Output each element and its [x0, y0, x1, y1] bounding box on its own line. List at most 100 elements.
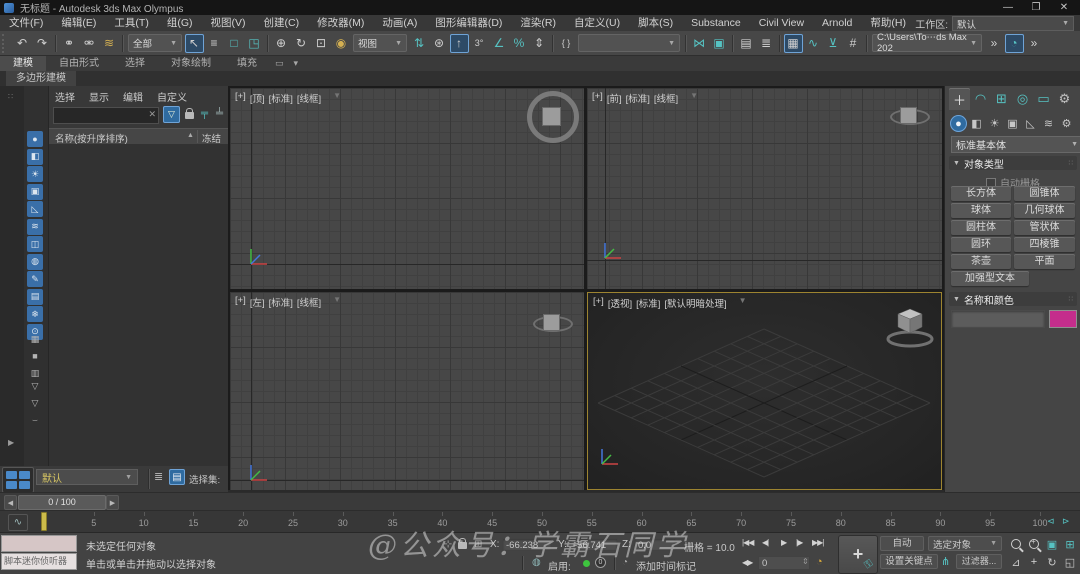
select-and-scale-icon[interactable]: ⊡ [312, 34, 331, 53]
viewcube[interactable] [878, 301, 942, 353]
viewport-top[interactable]: [+] [顶] [标准] [线框] ▼ [230, 88, 584, 289]
schematic-view-icon[interactable]: # [844, 34, 863, 53]
zoom-extents-all-icon[interactable]: ⊞ [1062, 536, 1078, 552]
utilities-tab-icon[interactable]: ⚙ [1054, 88, 1075, 110]
frame-spinner-icon[interactable]: ⇕ [802, 557, 809, 566]
menu-item[interactable]: 自定义(U) [565, 15, 629, 31]
sort-column-header[interactable]: 名称(按升序排序) [55, 131, 128, 145]
select-object-icon[interactable]: ↖ [185, 34, 204, 53]
display-cameras-icon[interactable]: ▣ [27, 184, 43, 200]
spacewarps-category-icon[interactable]: ≋ [1040, 115, 1057, 132]
time-slider-marker[interactable] [41, 512, 47, 531]
transform-gizmo-icon[interactable]: ⊹ [444, 539, 452, 550]
primitive-button[interactable]: 茶壶 [951, 254, 1011, 269]
menu-item[interactable]: Civil View [750, 15, 813, 31]
viewport-menu-plus[interactable]: [+] [235, 295, 246, 309]
viewport-shading-label[interactable]: [线框] [297, 91, 321, 105]
primitive-category-dropdown[interactable]: 标准基本体▼ [951, 136, 1080, 153]
previous-frame-button[interactable]: ◀| [762, 538, 768, 547]
hierarchy-collapse-icon[interactable]: ╧ [216, 108, 223, 119]
orbit-icon[interactable]: ↻ [1044, 554, 1060, 570]
next-frame-arrow[interactable]: ▶ [106, 495, 119, 510]
select-and-move-icon[interactable]: ⊕ [272, 34, 291, 53]
named-selection-sets-dropdown[interactable]: ▼ [578, 34, 680, 52]
object-name-input[interactable] [951, 310, 1045, 328]
maximize-viewport-icon[interactable]: ◱ [1062, 554, 1078, 570]
zoom-all-icon[interactable] [1026, 536, 1042, 552]
menu-item[interactable]: 视图(V) [202, 15, 255, 31]
window-crossing-icon[interactable]: ◳ [245, 34, 264, 53]
select-and-place-icon[interactable]: ◉ [332, 34, 351, 53]
close-button[interactable]: ✕ [1050, 0, 1078, 15]
viewport-filter-icon[interactable]: ▼ [333, 295, 341, 309]
display-lights-icon[interactable]: ☀ [27, 166, 43, 182]
select-and-manipulate-icon[interactable]: ⊛ [430, 34, 449, 53]
primitive-button[interactable]: 加强型文本 [951, 271, 1029, 286]
create-tab-icon[interactable]: ＋ [949, 88, 970, 110]
menu-item[interactable]: 编辑(E) [52, 15, 105, 31]
keyboard-shortcut-override-icon[interactable]: ↑ [450, 34, 469, 53]
explorer-search-input[interactable]: ✕ [53, 107, 159, 124]
ribbon-tab-item[interactable]: 填充 [224, 56, 270, 71]
go-to-end-button[interactable]: ▶▶| [812, 538, 823, 547]
project-folder-dropdown[interactable]: C:\Users\To⋯ds Max 202▼ [872, 34, 982, 52]
primitive-button[interactable]: 平面 [1014, 254, 1075, 269]
selection-l ock-icon[interactable] [458, 542, 467, 549]
filter-config-icon[interactable]: ▽ [27, 378, 43, 394]
motion-tab-icon[interactable]: ◎ [1012, 88, 1033, 110]
helpers-category-icon[interactable]: ◺ [1022, 115, 1039, 132]
toolbar-grip[interactable] [2, 34, 10, 53]
snaps-toggle-icon[interactable]: 3° [470, 34, 489, 53]
z-coordinate-field[interactable]: 0.0 [634, 538, 676, 551]
scene-explorer-toggle-icon[interactable]: ▤ [169, 469, 185, 485]
display-bones-icon[interactable]: ✎ [27, 271, 43, 287]
dock-grip-icon[interactable]: ∷ [8, 92, 13, 101]
ribbon-tab-item[interactable]: 选择 [112, 56, 158, 71]
selection-filter-dropdown[interactable]: 全部▼ [128, 34, 182, 52]
display-materials-icon[interactable]: ◫ [27, 236, 43, 252]
explorer-menu-item[interactable]: 编辑 [123, 89, 143, 104]
bind-to-space-warp-icon[interactable]: ≋ [100, 34, 119, 53]
maxscript-mini-listener-label[interactable]: 脚本迷你侦听器 [1, 553, 77, 570]
mini-curve-editor-icon[interactable]: ∿ [8, 514, 28, 531]
expand-arrow-icon[interactable]: ▶ [8, 438, 14, 447]
viewport-view-label[interactable]: [左] [250, 295, 265, 309]
set-keys-button[interactable]: + ⚿ [838, 535, 878, 574]
render-setup-icon[interactable]: ◔ [1005, 34, 1024, 53]
key-pose-icon[interactable]: ⋔ [941, 555, 950, 568]
viewport-menu-plus[interactable]: [+] [235, 91, 246, 105]
absolute-mode-icon[interactable]: ⊞ [474, 539, 482, 550]
primitive-button[interactable]: 圆环 [951, 237, 1011, 252]
lights-category-icon[interactable]: ☀ [986, 115, 1003, 132]
auto-key-button[interactable]: 自动 [880, 536, 924, 551]
display-objects-icon[interactable]: ◍ [27, 254, 43, 270]
menu-item[interactable]: 创建(C) [255, 15, 309, 31]
viewport-view-label[interactable]: [顶] [250, 91, 265, 105]
rollout-object-type[interactable]: ▼ 对象类型 ∷ [949, 156, 1077, 170]
geometry-category-icon[interactable]: ● [950, 115, 967, 132]
viewport-layout-tab-button[interactable] [2, 467, 34, 493]
set-key-button[interactable]: 设置关键点 [880, 554, 938, 569]
display-containers-icon[interactable]: ▤ [27, 289, 43, 305]
time-slider[interactable]: 0 / 100 [18, 495, 106, 510]
tab-polygon-modeling[interactable]: 多边形建模 [6, 71, 76, 86]
viewport-renderer-label[interactable]: [标准] [269, 91, 293, 105]
angle-snap-icon[interactable]: ∠ [490, 34, 509, 53]
menu-item[interactable]: 帮助(H) [861, 15, 915, 31]
viewport-renderer-label[interactable]: [标准] [269, 295, 293, 309]
add-time-tag-label[interactable]: 添加时间标记 [636, 558, 696, 573]
display-tab-icon[interactable]: ▭ [1033, 88, 1054, 110]
dope-sheet-icon[interactable]: ⊻ [824, 34, 843, 53]
maximize-button[interactable]: ❐ [1022, 0, 1050, 15]
key-filters-button[interactable]: 过滤器... [956, 554, 1002, 569]
select-by-name-icon[interactable]: ≡ [205, 34, 224, 53]
explorer-menu-item[interactable]: 选择 [55, 89, 75, 104]
use-pivot-point-center-icon[interactable]: ⇅ [410, 34, 429, 53]
primitive-button[interactable]: 管状体 [1014, 220, 1075, 235]
unlink-selection-icon[interactable]: ⚮ [80, 34, 99, 53]
viewport-left[interactable]: [+] [左] [标准] [线框] ▼ [230, 292, 584, 490]
spinner-snap-icon[interactable]: ⇕ [530, 34, 549, 53]
select-and-link-icon[interactable]: ⚭ [60, 34, 79, 53]
mirror-icon[interactable]: ⋈ [690, 34, 709, 53]
previous-key-icon[interactable]: ⊲ [1047, 516, 1055, 527]
